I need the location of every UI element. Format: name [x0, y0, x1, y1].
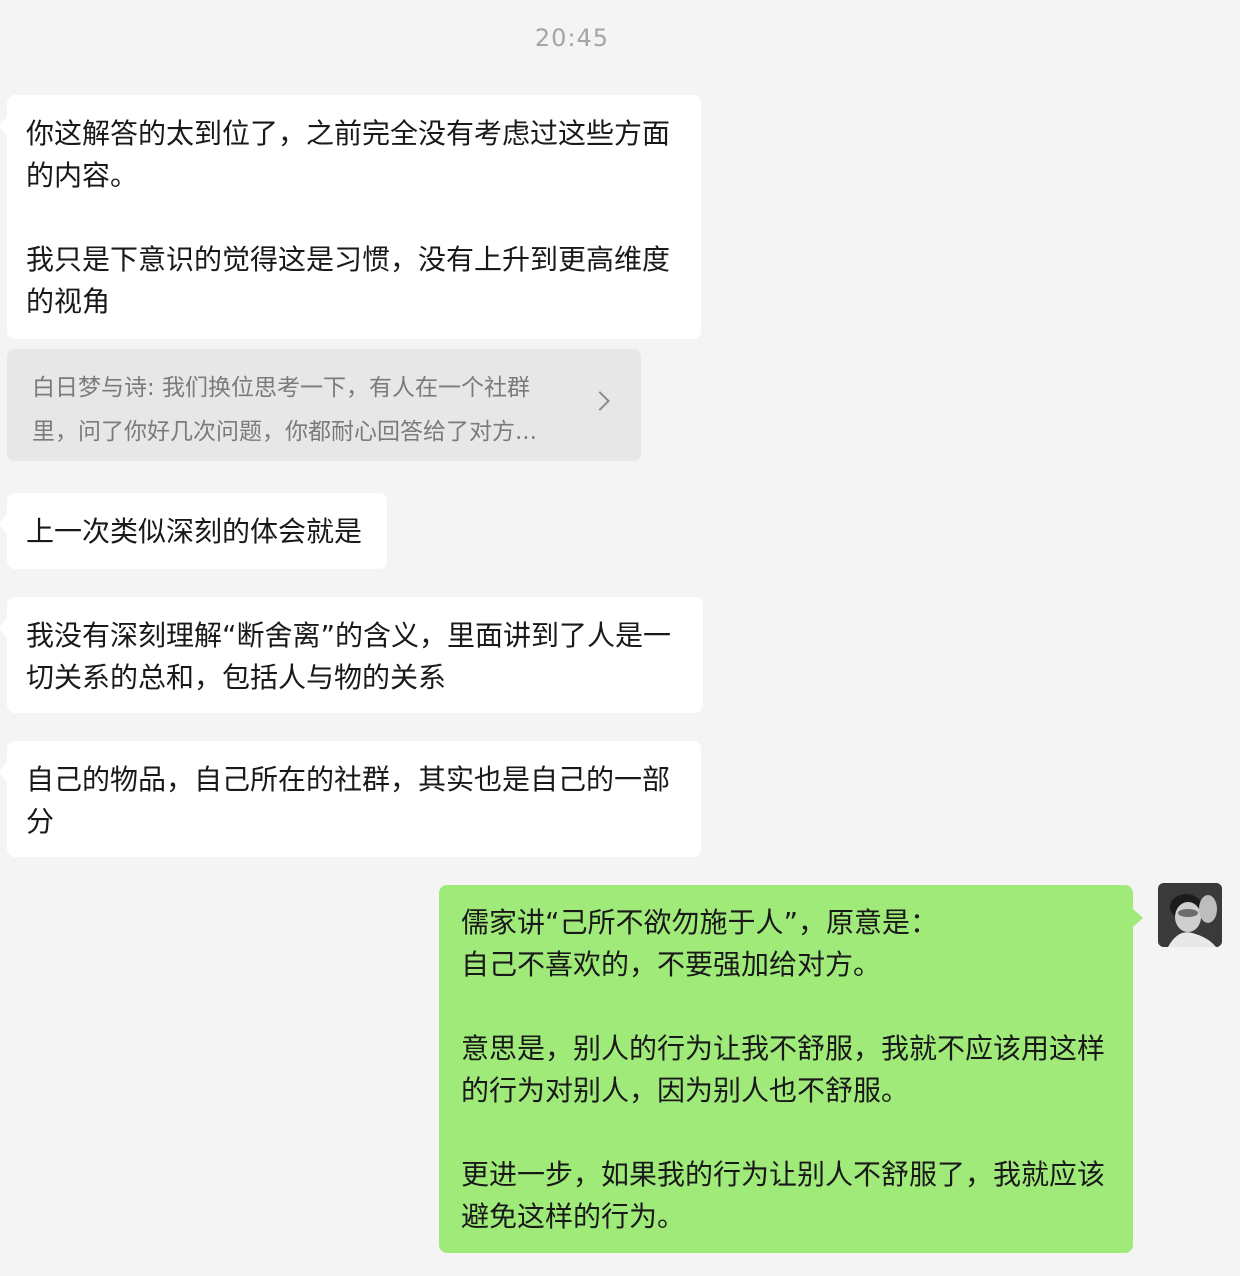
message-bubble-incoming[interactable]: 我没有深刻理解“断舍离”的含义，里面讲到了人是一切关系的总和，包括人与物的关系: [0, 597, 703, 713]
avatar[interactable]: [1158, 883, 1222, 947]
message-timestamp: 20:45: [534, 24, 610, 52]
message-bubble-incoming[interactable]: 自己的物品，自己所在的社群，其实也是自己的一部分: [0, 741, 701, 857]
chevron-right-icon: [590, 391, 610, 411]
message-bubble-outgoing[interactable]: 儒家讲“己所不欲勿施于人”，原意是： 自己不喜欢的，不要强加给对方。 意思是，别…: [439, 885, 1143, 1253]
quoted-message-text: 白日梦与诗: 我们换位思考一下，有人在一个社群里，问了你好几次问题，你都耐心回答…: [32, 375, 537, 445]
message-bubble-incoming[interactable]: 你这解答的太到位了，之前完全没有考虑过这些方面的内容。 我只是下意识的觉得这是习…: [0, 95, 701, 339]
avatar-image: [1158, 883, 1222, 947]
message-bubble-incoming[interactable]: 上一次类似深刻的体会就是: [0, 493, 387, 569]
quoted-message[interactable]: 白日梦与诗: 我们换位思考一下，有人在一个社群里，问了你好几次问题，你都耐心回答…: [7, 349, 641, 461]
